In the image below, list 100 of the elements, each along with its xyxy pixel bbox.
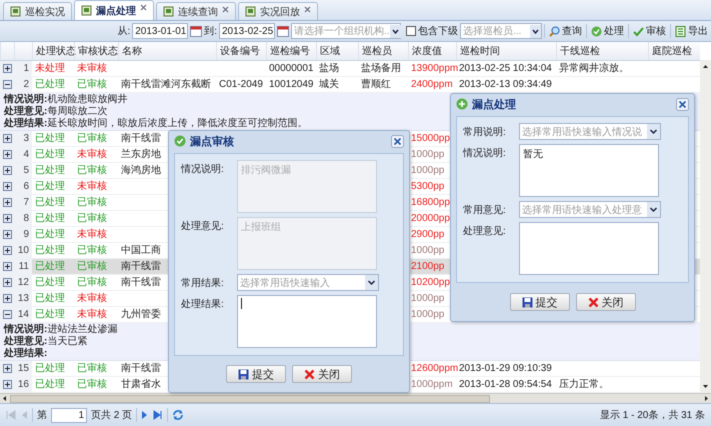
detail-text: 情况说明:进站法兰处渗漏 [4,324,118,336]
text-area[interactable]: 暂无 [519,144,659,197]
collapse-button[interactable] [0,307,14,322]
close-icon[interactable] [304,6,311,13]
column-header[interactable]: 区域 [316,42,358,60]
expand-button[interactable] [0,195,14,210]
page-icon [81,5,92,16]
column-header[interactable]: 巡检员 [358,42,408,60]
table-cell-text: 1000ppm [410,378,453,391]
close-button[interactable]: 关闭 [292,365,352,383]
spreadsheet-icon [675,26,686,36]
column-header[interactable]: 巡检时间 [456,42,556,60]
date-field[interactable]: 2013-02-25 [219,23,275,39]
table-cell-text: 未审核 [76,292,107,305]
toolbar-button[interactable]: 查询 [547,22,584,40]
column-header[interactable]: 浓度值 [408,42,456,60]
table-cell-text: 15000pp [410,132,450,145]
table-cell-text: 2013-01-29 09:10:39 [458,362,552,375]
table-cell-text: 2100pp [410,260,444,273]
from-label: 从: [117,24,130,38]
table-cell-text: 2013-02-25 10:34:04 [458,62,552,75]
table-cell-text: 已处理 [34,132,65,145]
next-page-icon[interactable] [141,410,150,420]
table-cell-text: 1000pp [410,164,444,177]
tab[interactable]: 巡检实况 [3,2,72,20]
date-field[interactable]: 2013-01-01 [132,23,188,39]
search-icon [549,26,560,36]
toolbar-button[interactable]: 审核 [631,22,668,40]
page-number-field[interactable]: 1 [51,408,87,422]
field-label: 常用意见: [463,204,507,217]
column-header[interactable]: 名称 [118,42,216,60]
submit-button[interactable]: 提交 [226,365,286,383]
table-cell-text: 压力正常。 [558,378,609,391]
row-number: 1 [14,61,32,76]
expand-button[interactable] [0,361,14,376]
tab[interactable]: 漏点处理 [74,0,154,20]
page-icon [163,6,174,17]
table-cell-text: 已审核 [76,164,107,177]
expand-button[interactable] [0,243,14,258]
table-cell-text: 未审核 [76,148,107,161]
table-row[interactable]: 1 未处理 未审核 00000001 盐场 盐场备用 13900ppm2013-02-25 10:34:04 异常阀井凉放。 [0,61,700,77]
table-cell-text: 已审核 [76,276,107,289]
detail-text: 处理结果: [4,348,48,360]
checkbox[interactable] [406,26,416,36]
table-cell-text: 13900ppm [410,62,458,75]
column-header[interactable]: 干线巡检 [556,42,648,60]
table-cell-text: 2013-01-28 09:54:54 [458,378,552,391]
table-cell-text: 已审核 [76,362,107,375]
table-cell-text: 20000pp [410,212,450,225]
close-icon[interactable] [676,98,689,110]
close-icon[interactable] [222,6,229,13]
scrollbar[interactable] [0,393,711,403]
row-number: 6 [14,179,32,194]
row-number: 8 [14,211,32,226]
close-icon[interactable] [140,4,147,11]
collapse-button[interactable] [0,77,14,92]
dialog-title: 漏点审核 [190,134,234,148]
toolbar-button[interactable]: 导出 [673,22,710,40]
table-cell-text: 南干线雷滩河东截断 [120,78,211,91]
row-number: 10 [14,243,32,258]
close-button[interactable]: 关闭 [576,293,636,311]
column-header[interactable]: 庭院巡检 [648,42,700,60]
refresh-icon[interactable] [172,409,184,421]
column-header[interactable]: 设备编号 [216,42,266,60]
expand-button[interactable] [0,163,14,178]
column-header[interactable]: 审核状态 [74,42,118,60]
expand-button[interactable] [0,377,14,392]
expand-button[interactable] [0,259,14,274]
row-number: 5 [14,163,32,178]
expand-button[interactable] [0,147,14,162]
table-cell-text: 已处理 [34,292,65,305]
expand-button[interactable] [0,131,14,146]
table-cell-text: 南干线雷 [120,276,161,289]
table-cell-text: 16800pp [410,196,450,209]
field-label: 处理结果: [181,298,225,311]
title-bar[interactable]: 漏点审核 [169,131,409,151]
expand-button[interactable] [0,291,14,306]
toolbar-button[interactable]: 处理 [589,22,626,40]
table-cell-text: 已审核 [76,196,107,209]
tab[interactable]: 实况回放 [238,2,318,20]
field-label: 情况说明: [463,146,507,160]
submit-button[interactable]: 提交 [510,293,570,311]
tab[interactable]: 连续查询 [156,2,236,20]
expand-button[interactable] [0,179,14,194]
expand-button[interactable] [0,227,14,242]
calendar-icon[interactable] [277,25,289,37]
table-cell-text: 未审核 [76,308,107,321]
title-bar[interactable]: 漏点处理 [451,94,694,114]
table-cell-text: 已处理 [34,228,65,241]
close-icon[interactable] [391,134,404,148]
scrollbar[interactable] [700,60,711,393]
table-cell-text: 南干线雷 [120,132,161,145]
expand-button[interactable] [0,61,14,76]
last-page-icon[interactable] [153,410,164,420]
table-cell-text: 已审核 [76,260,107,273]
expand-button[interactable] [0,211,14,226]
expand-button[interactable] [0,275,14,290]
row-number: 3 [14,131,32,146]
calendar-icon[interactable] [190,25,202,37]
column-header[interactable]: 巡检编号 [266,42,316,60]
